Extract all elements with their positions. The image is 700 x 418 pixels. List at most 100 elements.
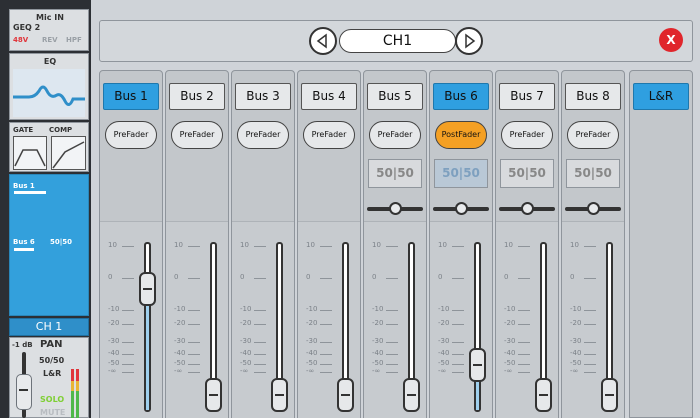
pan-slider-knob[interactable] <box>389 202 402 215</box>
send-fader-knob[interactable] <box>205 378 222 412</box>
send-fader-knob[interactable] <box>337 378 354 412</box>
send-pan-slider[interactable] <box>364 202 426 216</box>
fader-scale-label: -10 <box>438 305 450 313</box>
fader-scale-tick <box>584 364 596 365</box>
fader-scale-label: -50 <box>174 359 186 367</box>
send-tap-button[interactable]: PreFader <box>369 121 421 149</box>
fader-scale-tick <box>584 310 596 311</box>
fader-scale-label: 0 <box>306 273 311 281</box>
bus-select-button[interactable]: Bus 8 <box>565 83 621 110</box>
level-meter-right <box>76 369 79 418</box>
bus-sends-panel[interactable]: Bus 1 Bus 6 50|50 <box>9 174 89 316</box>
send-fader-knob[interactable] <box>139 271 156 306</box>
phantom-power-label: 48V <box>13 36 29 44</box>
fader-scale-tick <box>122 278 134 279</box>
bus-select-button[interactable]: Bus 6 <box>433 83 489 110</box>
fader-scale-tick <box>254 364 266 365</box>
channel-strip-sidebar: Mic IN GEQ 2 48V REV HPF EQ GATE COMP Bu… <box>0 0 91 418</box>
mute-button[interactable]: MUTE <box>40 408 65 417</box>
send-fader-area: 10 0 -10 -20 -30 -40 -50 -∞ <box>364 221 426 418</box>
previous-channel-button[interactable] <box>309 27 337 55</box>
send-fader-knob[interactable] <box>403 378 420 412</box>
fader-scale-label: -50 <box>504 359 516 367</box>
send-fader-knob[interactable] <box>271 378 288 412</box>
send-pan-slider[interactable] <box>496 202 558 216</box>
input-settings-panel[interactable]: Mic IN GEQ 2 48V REV HPF <box>9 9 89 51</box>
fader-scale-label: -∞ <box>174 367 183 375</box>
solo-button[interactable]: SOLO <box>40 395 64 404</box>
input-source-label: Mic IN <box>36 13 64 22</box>
channel-name-label[interactable]: CH 1 <box>9 318 89 336</box>
output-assign-label[interactable]: L&R <box>43 369 61 378</box>
pan-slider-knob[interactable] <box>587 202 600 215</box>
channel-fader-knob[interactable] <box>16 374 32 410</box>
dynamics-panel[interactable]: GATE COMP <box>9 122 89 172</box>
send-tap-button[interactable]: PreFader <box>105 121 157 149</box>
send-pan-slider[interactable] <box>430 202 492 216</box>
fader-scale-label: -20 <box>438 319 450 327</box>
send-pan-slider[interactable] <box>562 202 624 216</box>
bus-select-button[interactable]: Bus 1 <box>103 83 159 110</box>
send-fader-area: 10 0 -10 -20 -30 -40 -50 -∞ <box>496 221 558 418</box>
fader-scale-tick <box>386 342 398 343</box>
fader-scale-tick <box>122 372 134 373</box>
fader-scale-label: -10 <box>174 305 186 313</box>
gain-label: -1 dB <box>12 341 33 349</box>
bus-send-1-label: Bus 1 <box>13 182 35 190</box>
send-pan-value: 50|50 <box>566 159 620 188</box>
fader-scale-label: 10 <box>372 241 381 249</box>
send-fader-level-fill <box>146 288 149 410</box>
fader-scale-label: -∞ <box>306 367 315 375</box>
fader-scale-label: -40 <box>174 349 186 357</box>
fader-scale-tick <box>518 278 530 279</box>
bus-select-button[interactable]: Bus 4 <box>301 83 357 110</box>
close-button[interactable]: X <box>659 28 683 52</box>
fader-scale-tick <box>386 354 398 355</box>
send-tap-button[interactable]: PreFader <box>171 121 223 149</box>
send-tap-button[interactable]: PostFader <box>435 121 487 149</box>
fader-scale-label: -40 <box>438 349 450 357</box>
fader-scale-tick <box>320 246 332 247</box>
eq-label: EQ <box>43 57 57 66</box>
fader-scale-label: -50 <box>306 359 318 367</box>
fader-scale-label: -50 <box>570 359 582 367</box>
compressor-curve-icon <box>51 136 86 170</box>
fader-scale-label: 10 <box>570 241 579 249</box>
next-channel-button[interactable] <box>455 27 483 55</box>
send-fader-area: 10 0 -10 -20 -30 -40 -50 -∞ <box>430 221 492 418</box>
fader-scale-tick <box>386 310 398 311</box>
send-fader-knob[interactable] <box>469 348 486 383</box>
fader-scale-label: -40 <box>306 349 318 357</box>
pan-slider-knob[interactable] <box>455 202 468 215</box>
send-tap-button[interactable]: PreFader <box>303 121 355 149</box>
main-bus-lr-button[interactable]: L&R <box>633 83 689 110</box>
fader-scale-tick <box>122 354 134 355</box>
eq-panel[interactable]: EQ <box>9 53 89 120</box>
send-fader-knob[interactable] <box>601 378 618 412</box>
fader-scale-tick <box>584 354 596 355</box>
bus-select-button[interactable]: Bus 3 <box>235 83 291 110</box>
send-fader-knob[interactable] <box>535 378 552 412</box>
gate-label: GATE <box>13 126 34 134</box>
fader-scale-label: -20 <box>108 319 120 327</box>
send-tap-button[interactable]: PreFader <box>237 121 289 149</box>
channel-name-display: CH1 <box>339 29 456 53</box>
fader-scale-label: -50 <box>438 359 450 367</box>
bus-select-button[interactable]: Bus 7 <box>499 83 555 110</box>
bus-select-button[interactable]: Bus 2 <box>169 83 225 110</box>
pan-slider-knob[interactable] <box>521 202 534 215</box>
send-tap-button[interactable]: PreFader <box>501 121 553 149</box>
fader-scale-label: -30 <box>240 337 252 345</box>
fader-scale-label: 0 <box>438 273 443 281</box>
gate-curve-icon <box>13 136 47 170</box>
bus-send-1-bar <box>14 191 46 194</box>
fader-scale-tick <box>254 342 266 343</box>
send-tap-button[interactable]: PreFader <box>567 121 619 149</box>
fader-scale-tick <box>122 364 134 365</box>
bus-strip: Bus 7 PreFader 50|50 10 0 -10 -20 -30 -40 -50 -∞ <box>495 70 559 418</box>
bus-select-button[interactable]: Bus 5 <box>367 83 423 110</box>
fader-scale-label: 0 <box>240 273 245 281</box>
fader-scale-tick <box>254 310 266 311</box>
fader-scale-label: -20 <box>306 319 318 327</box>
fader-scale-label: 0 <box>174 273 179 281</box>
